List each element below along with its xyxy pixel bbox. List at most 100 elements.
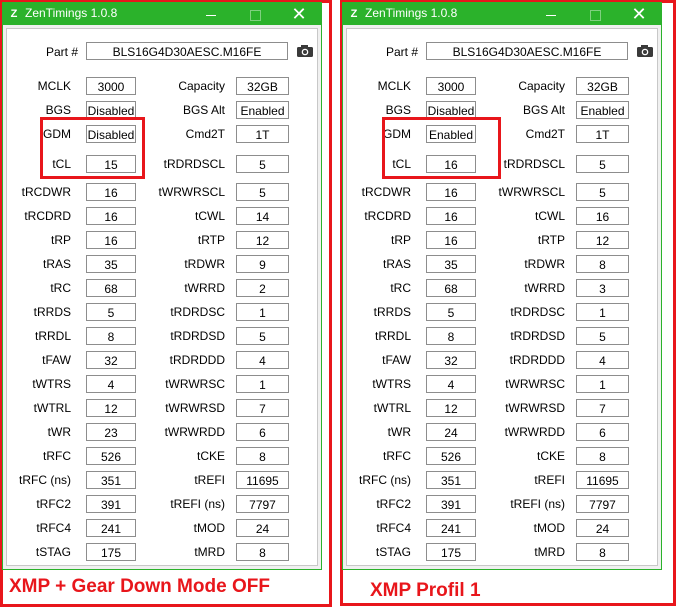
value-trfc4[interactable]: 241 — [86, 519, 136, 537]
value-trfc2[interactable]: 391 — [86, 495, 136, 513]
value-capacity[interactable]: 32GB — [576, 77, 629, 95]
value-twrwrscl[interactable]: 5 — [236, 183, 289, 201]
value-twr[interactable]: 23 — [86, 423, 136, 441]
value-bgs-alt[interactable]: Enabled — [236, 101, 289, 119]
value-twrwrsc[interactable]: 1 — [236, 375, 289, 393]
value-tmrd[interactable]: 8 — [576, 543, 629, 561]
value-trfc2[interactable]: 391 — [426, 495, 476, 513]
value-trfc-ns[interactable]: 351 — [86, 471, 136, 489]
value-twrwrsc[interactable]: 1 — [576, 375, 629, 393]
close-button[interactable]: ✕ — [277, 3, 321, 25]
value-trdrdscl[interactable]: 5 — [576, 155, 629, 173]
label-trdrdsc: tRDRDSC — [510, 305, 565, 319]
value-trtp[interactable]: 12 — [236, 231, 289, 249]
value-mclk[interactable]: 3000 — [426, 77, 476, 95]
value-trfc[interactable]: 526 — [426, 447, 476, 465]
value-trefi[interactable]: 11695 — [236, 471, 289, 489]
camera-screenshot-icon[interactable] — [296, 44, 314, 58]
label-trp: tRP — [390, 233, 411, 247]
value-capacity[interactable]: 32GB — [236, 77, 289, 95]
value-twtrl[interactable]: 12 — [426, 399, 476, 417]
zentimings-app-icon: Z — [10, 8, 18, 20]
value-trefi[interactable]: 11695 — [576, 471, 629, 489]
value-tras[interactable]: 35 — [426, 255, 476, 273]
value-twrwrsd[interactable]: 7 — [236, 399, 289, 417]
value-twtrs[interactable]: 4 — [426, 375, 476, 393]
part-number-field[interactable]: BLS16G4D30AESC.M16FE — [86, 42, 288, 60]
value-trc[interactable]: 68 — [426, 279, 476, 297]
value-twrrd[interactable]: 3 — [576, 279, 629, 297]
minimize-button[interactable] — [189, 3, 233, 25]
value-trdwr[interactable]: 9 — [236, 255, 289, 273]
value-tstag[interactable]: 175 — [426, 543, 476, 561]
value-twrrd[interactable]: 2 — [236, 279, 289, 297]
label-bgs: BGS — [45, 103, 71, 117]
value-tstag[interactable]: 175 — [86, 543, 136, 561]
minimize-button[interactable] — [529, 3, 573, 25]
value-cmd2t[interactable]: 1T — [576, 125, 629, 143]
label-trc: tRC — [390, 281, 411, 295]
value-tmod[interactable]: 24 — [236, 519, 289, 537]
value-trp[interactable]: 16 — [86, 231, 136, 249]
value-tcwl[interactable]: 14 — [236, 207, 289, 225]
label-trcdwr: tRCDWR — [361, 185, 411, 199]
value-trfc[interactable]: 526 — [86, 447, 136, 465]
title-bar[interactable]: Z ZenTimings 1.0.8 ✕ — [343, 3, 661, 25]
maximize-button[interactable] — [573, 3, 617, 25]
value-trefi-ns[interactable]: 7797 — [236, 495, 289, 513]
zentimings-panel-2: Z ZenTimings 1.0.8 ✕ Part # BLS16G4D30AES… — [340, 0, 676, 607]
value-tfaw[interactable]: 32 — [426, 351, 476, 369]
close-button[interactable]: ✕ — [617, 3, 661, 25]
value-trcdrd[interactable]: 16 — [86, 207, 136, 225]
value-trtp[interactable]: 12 — [576, 231, 629, 249]
label-twr: tWR — [387, 425, 411, 439]
value-trdrddd[interactable]: 4 — [576, 351, 629, 369]
value-trdrdsd[interactable]: 5 — [236, 327, 289, 345]
value-twtrl[interactable]: 12 — [86, 399, 136, 417]
value-twrwrscl[interactable]: 5 — [576, 183, 629, 201]
label-bgs-alt: BGS Alt — [182, 103, 225, 117]
value-twtrs[interactable]: 4 — [86, 375, 136, 393]
value-trfc-ns[interactable]: 351 — [426, 471, 476, 489]
value-trdrddd[interactable]: 4 — [236, 351, 289, 369]
title-bar[interactable]: Z ZenTimings 1.0.8 ✕ — [3, 3, 321, 25]
value-tras[interactable]: 35 — [86, 255, 136, 273]
value-trc[interactable]: 68 — [86, 279, 136, 297]
value-trdrdscl[interactable]: 5 — [236, 155, 289, 173]
value-twrwrsd[interactable]: 7 — [576, 399, 629, 417]
value-bgs-alt[interactable]: Enabled — [576, 101, 629, 119]
value-tmod[interactable]: 24 — [576, 519, 629, 537]
value-trdrdsd[interactable]: 5 — [576, 327, 629, 345]
value-trrdl[interactable]: 8 — [86, 327, 136, 345]
value-mclk[interactable]: 3000 — [86, 77, 136, 95]
value-trcdwr[interactable]: 16 — [426, 183, 476, 201]
value-trdrdsc[interactable]: 1 — [576, 303, 629, 321]
label-capacity: Capacity — [178, 79, 225, 93]
value-tcwl[interactable]: 16 — [576, 207, 629, 225]
value-cmd2t[interactable]: 1T — [236, 125, 289, 143]
timings-content-area: Part # BLS16G4D30AESC.M16FE MCLK 3000 BGS Dis… — [6, 28, 318, 566]
value-tcke[interactable]: 8 — [236, 447, 289, 465]
value-tmrd[interactable]: 8 — [236, 543, 289, 561]
value-trrdl[interactable]: 8 — [426, 327, 476, 345]
value-trefi-ns[interactable]: 7797 — [576, 495, 629, 513]
value-tfaw[interactable]: 32 — [86, 351, 136, 369]
value-trrds[interactable]: 5 — [86, 303, 136, 321]
value-trcdwr[interactable]: 16 — [86, 183, 136, 201]
value-twrwrdd[interactable]: 6 — [576, 423, 629, 441]
label-trtp: tRTP — [537, 233, 565, 247]
value-trp[interactable]: 16 — [426, 231, 476, 249]
camera-screenshot-icon[interactable] — [636, 44, 654, 58]
close-icon: ✕ — [291, 4, 307, 24]
part-number-field[interactable]: BLS16G4D30AESC.M16FE — [426, 42, 628, 60]
value-twrwrdd[interactable]: 6 — [236, 423, 289, 441]
value-trrds[interactable]: 5 — [426, 303, 476, 321]
value-trfc4[interactable]: 241 — [426, 519, 476, 537]
maximize-button[interactable] — [233, 3, 277, 25]
value-trdrdsc[interactable]: 1 — [236, 303, 289, 321]
value-twr[interactable]: 24 — [426, 423, 476, 441]
value-trdwr[interactable]: 8 — [576, 255, 629, 273]
value-trcdrd[interactable]: 16 — [426, 207, 476, 225]
value-tcke[interactable]: 8 — [576, 447, 629, 465]
minimize-icon — [206, 14, 216, 16]
